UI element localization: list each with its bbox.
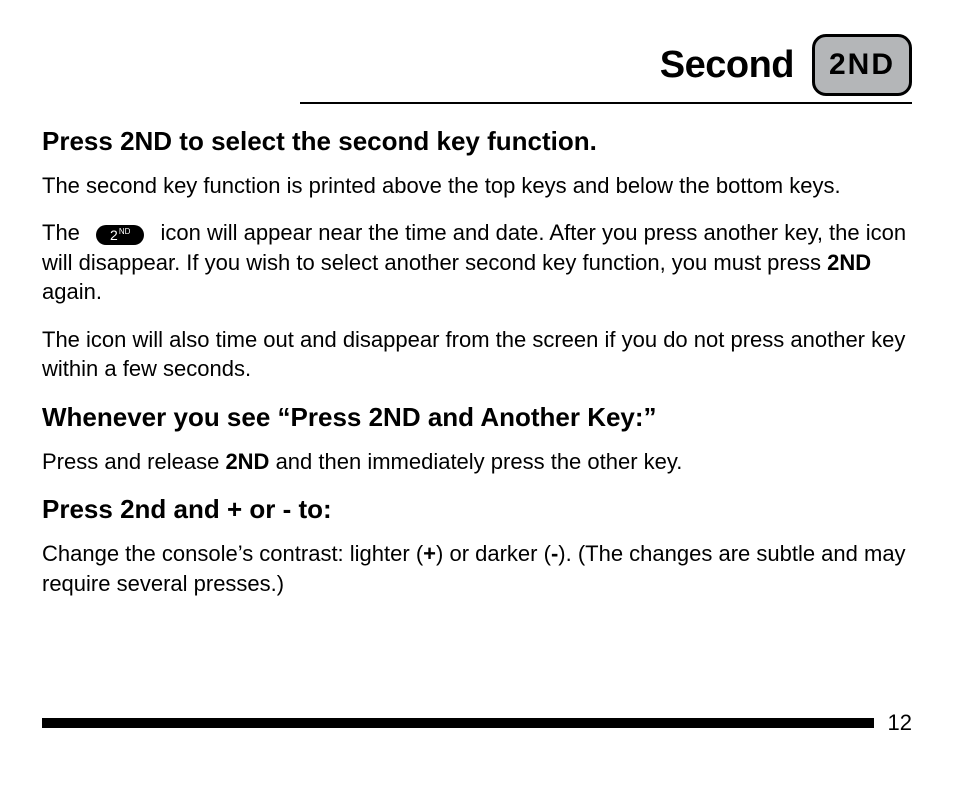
section3-para: Change the console’s contrast: lighter (… [42,539,912,598]
header-title: Second [660,44,794,87]
footer-bar [42,718,874,728]
section2-heading: Whenever you see “Press 2ND and Another … [42,402,912,433]
text: and then immediately press the other key… [269,449,682,474]
header-underline [300,102,912,104]
text: ) or darker ( [436,541,551,566]
bold-2nd: 2ND [827,250,871,275]
text: The [42,220,86,245]
pill-sup: ND [119,227,131,236]
section1-para1: The second key function is printed above… [42,171,912,200]
section2-para: Press and release 2ND and then immediate… [42,447,912,476]
section1-para2: The 2ND icon will appear near the time a… [42,218,912,306]
pill-main: 2 [110,227,118,243]
second-key-icon: 2ND [812,34,912,96]
text: icon will appear near the time and date.… [42,220,906,274]
second-pill-icon: 2ND [96,225,144,245]
section1-para3: The icon will also time out and disappea… [42,325,912,384]
section3-heading: Press 2nd and + or - to: [42,494,912,525]
text: again. [42,279,102,304]
page-footer: 12 [42,710,912,736]
bold-2nd: 2ND [225,449,269,474]
page-number: 12 [888,710,912,736]
page-header: Second 2ND [42,34,912,96]
section1-heading: Press 2ND to select the second key funct… [42,126,912,157]
text: Press and release [42,449,225,474]
text: Change the console’s contrast: lighter ( [42,541,423,566]
page: Second 2ND Press 2ND to select the secon… [0,0,954,786]
plus-symbol: + [423,541,436,566]
